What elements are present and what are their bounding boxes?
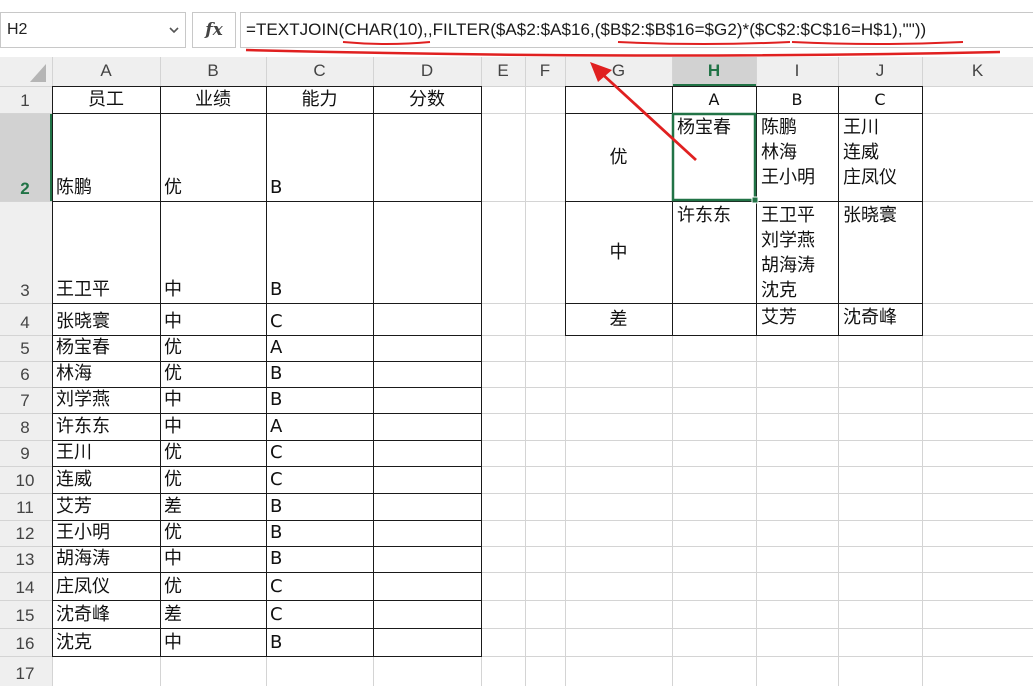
result-cell: 杨宝春	[677, 117, 731, 138]
table-cell: 陈鹏	[56, 177, 92, 198]
result-cell: 王川 连威 庄凤仪	[843, 117, 897, 188]
result-cell: 艾芳	[761, 307, 797, 328]
row-header-4[interactable]: 4	[0, 313, 50, 333]
column-header-f[interactable]: F	[525, 61, 565, 81]
row-header-2[interactable]: 2	[0, 179, 50, 199]
table-cell: 优	[164, 576, 182, 597]
table-cell: B	[270, 279, 283, 300]
result-cell: 沈奇峰	[843, 307, 897, 328]
excel-window: H2 fx =TEXTJOIN(CHAR(10),,FILTER($A$2:$A…	[0, 0, 1033, 686]
table-cell: 艾芳	[56, 496, 92, 517]
result-cell: 张晓寰	[843, 205, 897, 226]
result-cell: 许东东	[677, 205, 731, 226]
row-header-16[interactable]: 16	[0, 634, 50, 654]
column-header-d[interactable]: D	[373, 61, 481, 81]
column-header-a[interactable]: A	[52, 61, 160, 81]
column-header-k[interactable]: K	[922, 61, 1033, 81]
table-cell: 中	[164, 311, 182, 332]
table-cell: 刘学燕	[56, 389, 110, 410]
table-cell: 杨宝春	[56, 337, 110, 358]
table-cell: 差	[164, 604, 182, 625]
column-header-i[interactable]: I	[756, 61, 838, 81]
table-cell: A	[270, 337, 283, 358]
column-header-h[interactable]: H	[672, 61, 756, 81]
row-header-1[interactable]: 1	[0, 91, 50, 111]
row-header-5[interactable]: 5	[0, 339, 50, 359]
table-cell: 优	[164, 363, 182, 384]
table-cell: 张晓寰	[56, 311, 110, 332]
table-cell: 王卫平	[56, 279, 110, 300]
table-cell: 连威	[56, 469, 92, 490]
table-cell: 许东东	[56, 416, 110, 437]
result-row-label: 中	[609, 241, 628, 263]
row-header-8[interactable]: 8	[0, 418, 50, 438]
table-cell: B	[270, 363, 283, 384]
table-cell: 中	[164, 279, 182, 300]
table-cell: 差	[164, 496, 182, 517]
table-cell: 沈奇峰	[56, 604, 110, 625]
row-header-7[interactable]: 7	[0, 391, 50, 411]
column-header-j[interactable]: J	[838, 61, 922, 81]
table-cell: 王川	[56, 442, 92, 463]
formula-part-underline	[342, 41, 431, 45]
formula-part-underline	[791, 41, 964, 45]
result-col-header: B	[791, 90, 803, 109]
formula-underline-annotation	[245, 48, 1001, 57]
table-cell: 胡海涛	[56, 548, 110, 569]
table-cell: 中	[164, 416, 182, 437]
table-cell: 优	[164, 177, 182, 198]
table-cell: 中	[164, 632, 182, 653]
table-cell: 中	[164, 548, 182, 569]
row-header-9[interactable]: 9	[0, 444, 50, 464]
column-header-c[interactable]: C	[266, 61, 373, 81]
table-cell: B	[270, 389, 283, 410]
result-cell: 陈鹏 林海 王小明	[761, 117, 815, 188]
table-cell: C	[270, 442, 283, 463]
table-cell: 沈克	[56, 632, 92, 653]
column-header-b[interactable]: B	[160, 61, 266, 81]
table-cell: C	[270, 311, 283, 332]
table-cell: 林海	[56, 363, 92, 384]
table-cell: 庄凤仪	[56, 576, 110, 597]
result-cell: 王卫平 刘学燕 胡海涛 沈克	[761, 205, 815, 301]
table-cell: 优	[164, 442, 182, 463]
table-cell: 优	[164, 522, 182, 543]
table-cell: 中	[164, 389, 182, 410]
table-cell: B	[270, 632, 283, 653]
formula-part-underline	[617, 41, 791, 45]
row-header-15[interactable]: 15	[0, 606, 50, 626]
result-row-label: 优	[609, 146, 628, 168]
row-header-13[interactable]: 13	[0, 550, 50, 570]
table-cell: A	[270, 416, 283, 437]
column-header-e[interactable]: E	[481, 61, 525, 81]
row-header-12[interactable]: 12	[0, 524, 50, 544]
table-cell: B	[270, 548, 283, 569]
table-cell: 王小明	[56, 522, 110, 543]
row-header-10[interactable]: 10	[0, 471, 50, 491]
result-col-header: C	[874, 90, 886, 109]
fill-handle[interactable]	[751, 196, 759, 204]
table-cell: B	[270, 496, 283, 517]
row-header-3[interactable]: 3	[0, 281, 50, 301]
table-cell: B	[270, 177, 283, 198]
table-cell: 优	[164, 469, 182, 490]
table-header: 能力	[301, 89, 338, 110]
table-cell: C	[270, 469, 283, 490]
row-header-17[interactable]: 17	[0, 664, 50, 684]
table-cell: C	[270, 604, 283, 625]
table-header: 分数	[409, 89, 445, 110]
table-cell: 优	[164, 337, 182, 358]
table-cell: C	[270, 576, 283, 597]
row-header-11[interactable]: 11	[0, 498, 50, 518]
row-header-14[interactable]: 14	[0, 578, 50, 598]
table-header: 业绩	[195, 89, 231, 110]
table-header: 员工	[88, 89, 124, 110]
row-header-6[interactable]: 6	[0, 365, 50, 385]
result-row-label: 差	[609, 308, 628, 330]
table-cell: B	[270, 522, 283, 543]
column-header-g[interactable]: G	[565, 61, 672, 81]
result-col-header: A	[708, 90, 720, 109]
